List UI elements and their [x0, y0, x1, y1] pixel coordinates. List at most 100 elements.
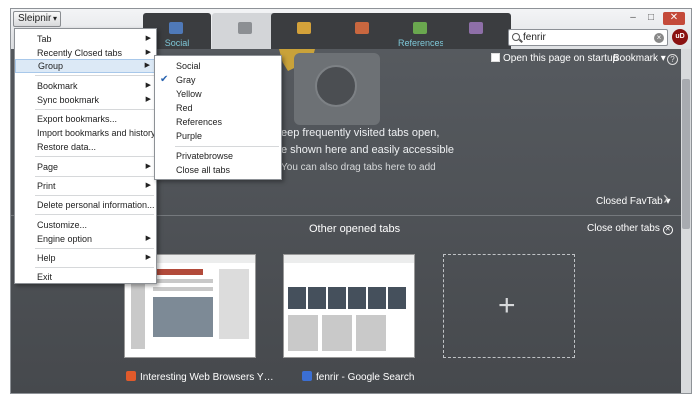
menu-item-print[interactable]: Print ▶ [15, 179, 156, 193]
menu-item-label: Restore data... [37, 142, 97, 152]
group-item-privatebrowse[interactable]: Privatebrowse [155, 149, 281, 163]
close-button[interactable]: ✕ [663, 12, 685, 25]
bookmark-button[interactable]: Bookmark ▾ [613, 53, 666, 64]
menu-item-label: Tab [37, 34, 52, 44]
menu-item-bookmark[interactable]: Bookmark ▶ [15, 79, 156, 93]
menu-item-import-bookmarks[interactable]: Import bookmarks and history... [15, 126, 162, 140]
menu-item-recently-closed[interactable]: Recently Closed tabs ▶ [15, 46, 156, 60]
app-menu-label: Sleipnir [18, 13, 52, 24]
app-menu-button[interactable]: Sleipnir ▾ [13, 11, 61, 27]
site-favicon-icon [126, 371, 136, 381]
thumbnail-block [356, 315, 386, 351]
menu-item-label: Customize... [37, 220, 88, 230]
search-icon [512, 33, 520, 41]
menu-item-label: Gray [176, 75, 196, 85]
menu-item-restore-data[interactable]: Restore data... [15, 140, 156, 154]
group-item-purple[interactable]: Purple [155, 129, 281, 143]
tab-group-gray[interactable] [212, 13, 280, 49]
maximize-button[interactable]: □ [643, 12, 659, 25]
menu-item-page[interactable]: Page ▶ [15, 160, 156, 174]
clear-search-icon[interactable]: × [654, 33, 664, 43]
thumbnail-toolbar [284, 255, 414, 263]
chevron-down-icon: ▾ [660, 53, 666, 64]
menu-item-group[interactable]: Group ▶ [15, 59, 156, 73]
menu-separator [35, 195, 154, 196]
group-item-gray[interactable]: ✔ Gray [155, 73, 281, 87]
menu-item-label: Import bookmarks and history... [37, 128, 163, 138]
thumbnail-image [153, 297, 213, 337]
google-favicon-icon [302, 371, 312, 381]
menu-item-engine-option[interactable]: Engine option ▶ [15, 232, 156, 246]
closed-favtab-button[interactable]: Closed FavTab ▾ [596, 196, 671, 207]
submenu-arrow-icon: ▶ [145, 35, 151, 42]
submenu-arrow-icon: ▶ [145, 182, 151, 189]
menu-item-tab[interactable]: Tab ▶ [15, 32, 156, 46]
thumbnail-caption: fenrir - Google Search [302, 371, 414, 383]
submenu-arrow-icon: ▶ [144, 62, 150, 69]
globe-icon [315, 65, 357, 107]
menu-item-sync-bookmark[interactable]: Sync bookmark ▶ [15, 93, 156, 107]
checkbox-box[interactable] [491, 53, 500, 62]
app-menu: Tab ▶ Recently Closed tabs ▶ Group ▶ Bookma… [14, 28, 162, 284]
thumbnail-image [328, 287, 346, 309]
menu-separator [35, 75, 154, 76]
tab-group-purple[interactable] [443, 13, 511, 49]
menu-item-help[interactable]: Help ▶ [15, 251, 156, 265]
references-group-icon [413, 22, 427, 34]
bookmark-label: Bookmark [613, 53, 659, 64]
scrollbar-thumb[interactable] [682, 79, 690, 229]
thumbnail-ad [219, 269, 249, 339]
menu-item-label: Social [176, 61, 201, 71]
extension-badge-icon[interactable]: uD [672, 29, 688, 45]
other-tabs-title: Other opened tabs [309, 223, 401, 235]
scrollbar[interactable] [681, 49, 691, 393]
close-circle-icon: ✕ [662, 225, 673, 235]
menu-item-label: Engine option [37, 234, 93, 244]
closed-favtab-label: Closed FavTab [596, 196, 663, 207]
group-item-red[interactable]: Red [155, 101, 281, 115]
add-favtab-tile[interactable]: + [443, 254, 575, 358]
menu-item-label: Export bookmarks... [37, 114, 118, 124]
menu-item-label: Bookmark [37, 81, 78, 91]
chevron-down-icon: ▾ [52, 14, 57, 23]
menu-item-label: Close all tabs [176, 165, 231, 175]
close-other-label: Close other tabs [587, 223, 660, 234]
group-item-yellow[interactable]: Yellow [155, 87, 281, 101]
menu-separator [35, 156, 154, 157]
minimize-button[interactable]: – [625, 12, 641, 25]
yellow-group-icon [297, 22, 311, 34]
open-startup-label: Open this page on startup [503, 53, 619, 64]
submenu-arrow-icon: ▶ [145, 254, 151, 261]
menu-separator [35, 109, 154, 110]
submenu-arrow-icon: ▶ [145, 235, 151, 242]
group-item-references[interactable]: References [155, 115, 281, 129]
menu-item-exit[interactable]: Exit [15, 270, 156, 284]
close-other-tabs-button[interactable]: Close other tabs ✕ [587, 223, 673, 235]
tab-thumbnail[interactable] [283, 254, 415, 358]
empty-message-hint: You can also drag tabs here to add [281, 162, 436, 173]
thumbnail-text [153, 287, 213, 291]
thumbnail-image [308, 287, 326, 309]
menu-item-label: References [176, 117, 223, 127]
chevron-right-icon[interactable]: › [663, 189, 675, 207]
thumbnail-block [288, 315, 318, 351]
search-value: fenrir [523, 32, 546, 43]
menu-item-customize[interactable]: Customize... [15, 218, 156, 232]
empty-message-line: e shown here and easily accessible [281, 144, 455, 156]
menu-item-export-bookmarks[interactable]: Export bookmarks... [15, 112, 156, 126]
empty-message-line: eep frequently visited tabs open, [281, 127, 440, 139]
open-on-startup-checkbox[interactable]: Open this page on startup [491, 53, 618, 64]
menu-item-label: Sync bookmark [37, 95, 100, 105]
menu-item-label: Group [38, 61, 64, 71]
submenu-arrow-icon: ▶ [145, 96, 151, 103]
menu-separator [175, 146, 279, 147]
menu-item-delete-personal-info[interactable]: Delete personal information... [15, 198, 156, 212]
group-item-close-all-tabs[interactable]: Close all tabs [155, 163, 281, 177]
menu-item-label: Help [37, 253, 56, 263]
menu-separator [35, 176, 154, 177]
group-item-social[interactable]: Social [155, 59, 281, 73]
thumbnail-caption: Interesting Web Browsers Y… [126, 371, 274, 383]
search-input[interactable]: fenrir × [508, 29, 668, 46]
menu-separator [35, 248, 154, 249]
help-icon[interactable]: ? [667, 54, 678, 65]
